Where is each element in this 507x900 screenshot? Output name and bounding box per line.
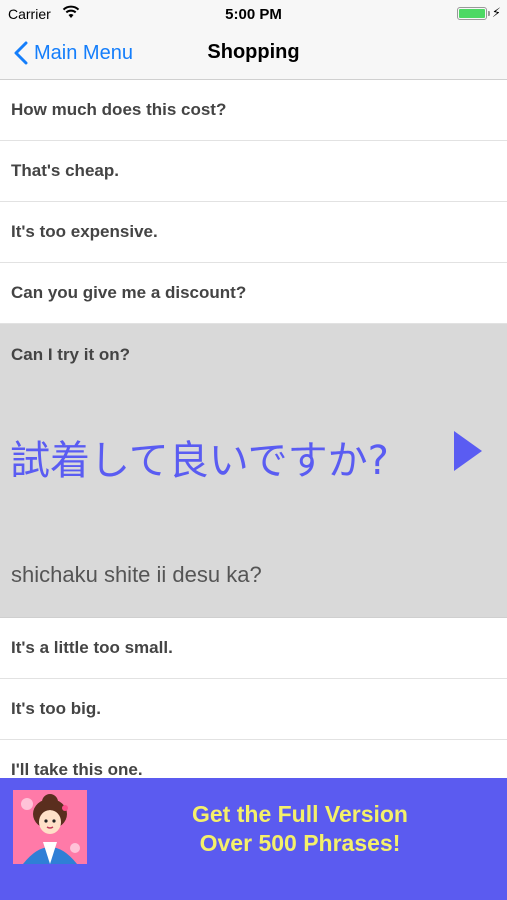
phrase-row[interactable]: It's a little too small. (0, 618, 507, 679)
phrase-text: I'll take this one. (11, 760, 143, 779)
phrase-list: How much does this cost? That's cheap. I… (0, 80, 507, 801)
status-time: 5:00 PM (225, 6, 282, 23)
upgrade-banner[interactable]: Get the Full Version Over 500 Phrases! (0, 778, 507, 900)
play-icon[interactable] (452, 429, 484, 473)
phrase-text: How much does this cost? (11, 100, 227, 119)
battery-icon (457, 7, 487, 20)
phrase-text: That's cheap. (11, 161, 119, 180)
phrase-row[interactable]: It's too big. (0, 679, 507, 740)
battery-cap (488, 11, 490, 16)
phrase-text: It's too expensive. (11, 222, 158, 241)
kimono-girl-illustration (13, 790, 87, 864)
phrase-row[interactable]: How much does this cost? (0, 80, 507, 141)
phrase-row[interactable]: It's too expensive. (0, 202, 507, 263)
phrase-text: It's a little too small. (11, 638, 173, 657)
selected-phrase-japanese: 試着して良いですか? (10, 438, 389, 484)
upgrade-promo-text: Get the Full Version Over 500 Phrases! (130, 800, 470, 858)
selected-phrase-romaji: shichaku shite ii desu ka? (11, 562, 262, 587)
selected-phrase-english: Can I try it on? (11, 345, 130, 364)
phrase-text: Can you give me a discount? (11, 283, 247, 302)
phrase-text: It's too big. (11, 699, 101, 718)
charging-bolt-icon: ⚡ (491, 5, 501, 20)
navigation-bar: Main Menu Shopping (0, 28, 507, 80)
status-bar: Carrier 5:00 PM ⚡ (0, 0, 507, 28)
battery-fill (459, 9, 485, 18)
page-title: Shopping (207, 41, 300, 63)
phrase-row[interactable]: Can you give me a discount? (0, 263, 507, 324)
promo-line-1: Get the Full Version (192, 801, 408, 827)
promo-line-2: Over 500 Phrases! (199, 830, 401, 856)
selected-phrase-row[interactable]: Can I try it on? 試着して良いですか? shichaku shi… (0, 324, 507, 618)
phrase-row[interactable]: That's cheap. (0, 141, 507, 202)
